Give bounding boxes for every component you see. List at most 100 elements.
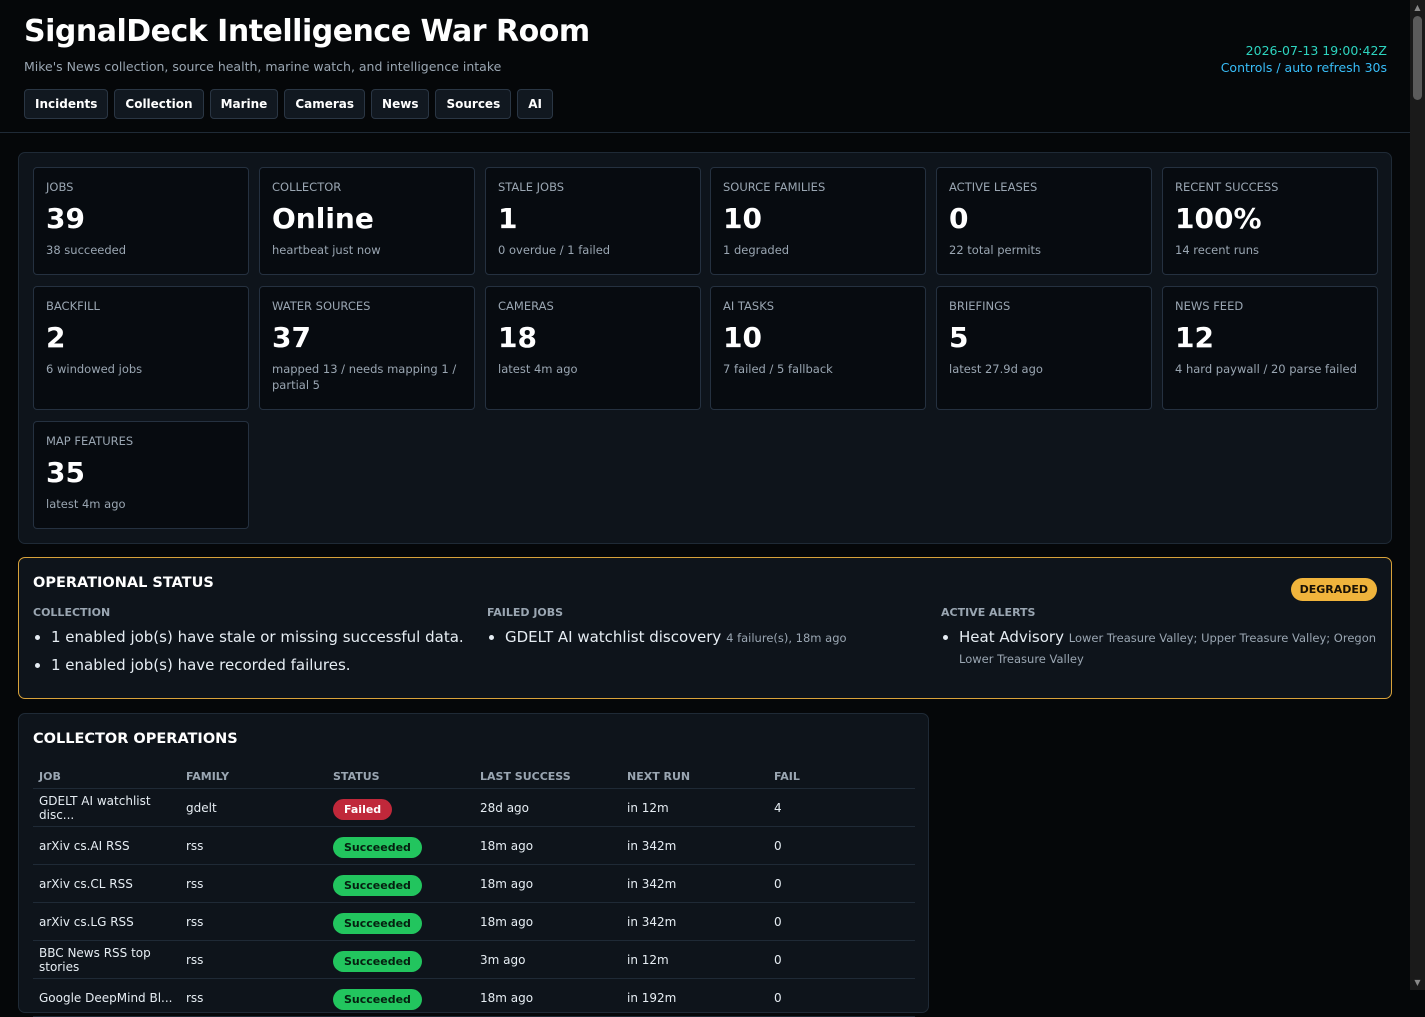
- list-item: 1 enabled job(s) have recorded failures.: [51, 655, 473, 675]
- metric-card-collector: COLLECTOR Online heartbeat just now: [259, 167, 475, 275]
- collection-list: 1 enabled job(s) have stale or missing s…: [33, 627, 473, 675]
- column-header-status[interactable]: STATUS: [327, 764, 474, 789]
- cell-fail: 4: [768, 788, 915, 827]
- cell-status: Succeeded: [327, 864, 474, 903]
- nav-marine-button[interactable]: Marine: [209, 89, 279, 119]
- cell-fail: 0: [768, 902, 915, 941]
- cell-last-success: 18m ago: [474, 902, 621, 941]
- column-header-family[interactable]: FAMILY: [180, 764, 327, 789]
- list-item: 1 enabled job(s) have stale or missing s…: [51, 627, 473, 647]
- operational-status-title: OPERATIONAL STATUS: [33, 575, 214, 591]
- cell-last-success: 18m ago: [474, 864, 621, 903]
- status-pill-failed: Failed: [333, 798, 393, 820]
- metric-sub: 38 succeeded: [46, 243, 127, 257]
- cell-status: Succeeded: [327, 902, 474, 941]
- table-row[interactable]: arXiv cs.CL RSS rss Succeeded 18m ago in…: [33, 864, 915, 903]
- metric-card-map-features: MAP FEATURES 35 latest 4m ago: [33, 421, 249, 529]
- metric-card-jobs: JOBS 39 38 succeeded: [33, 167, 249, 275]
- collection-column: COLLECTION 1 enabled job(s) have stale o…: [33, 606, 473, 683]
- cell-last-success: 18m ago: [474, 978, 621, 1017]
- column-header-job[interactable]: JOB: [33, 764, 180, 789]
- active-alerts-column: ACTIVE ALERTS Heat Advisory Lower Treasu…: [941, 606, 1381, 677]
- metric-value: 35: [46, 456, 85, 489]
- controls-link[interactable]: Controls / auto refresh 30s: [1221, 59, 1387, 76]
- nav-news-button[interactable]: News: [371, 89, 430, 119]
- column-header-next-run[interactable]: NEXT RUN: [621, 764, 768, 789]
- cell-fail: 0: [768, 940, 915, 979]
- metric-sub: heartbeat just now: [272, 243, 381, 257]
- cell-family: rss: [180, 864, 327, 903]
- metric-sub: 1 degraded: [723, 243, 790, 257]
- metric-value: 2: [46, 321, 66, 354]
- metric-label: ACTIVE LEASES: [949, 180, 1038, 194]
- metric-label: JOBS: [46, 180, 74, 194]
- cell-next-run: in 192m: [621, 978, 768, 1017]
- page-scrollbar[interactable]: ▲ ▼: [1410, 0, 1425, 990]
- cell-job: BBC News RSS top stories: [33, 940, 180, 979]
- scrollbar-thumb[interactable]: [1413, 16, 1422, 100]
- metric-label: COLLECTOR: [272, 180, 342, 194]
- nav-sources-button[interactable]: Sources: [435, 89, 512, 119]
- metric-card-source-families: SOURCE FAMILIES 10 1 degraded: [710, 167, 926, 275]
- table-row[interactable]: GDELT AI watchlist disc... gdelt Failed …: [33, 788, 915, 827]
- metric-card-stale-jobs: STALE JOBS 1 0 overdue / 1 failed: [485, 167, 701, 275]
- cell-last-success: 18m ago: [474, 826, 621, 865]
- scroll-up-arrow-icon[interactable]: ▲: [1413, 3, 1422, 12]
- active-alerts-title: ACTIVE ALERTS: [941, 606, 1036, 619]
- failed-jobs-title: FAILED JOBS: [487, 606, 564, 619]
- status-badge: DEGRADED: [1290, 578, 1377, 601]
- cell-status: Succeeded: [327, 826, 474, 865]
- metrics-panel: JOBS 39 38 succeeded COLLECTOR Online he…: [18, 152, 1392, 544]
- list-item: GDELT AI watchlist discovery 4 failure(s…: [505, 627, 927, 648]
- nav-incidents-button[interactable]: Incidents: [24, 89, 109, 119]
- list-item: Heat Advisory Lower Treasure Valley; Upp…: [959, 627, 1381, 669]
- collection-title: COLLECTION: [33, 606, 111, 619]
- nav-ai-button[interactable]: AI: [517, 89, 553, 119]
- nav-collection-button[interactable]: Collection: [114, 89, 204, 119]
- collector-table: JOB FAMILY STATUS LAST SUCCESS NEXT RUN …: [33, 764, 915, 1017]
- metric-value: 10: [723, 202, 762, 235]
- cell-status: Succeeded: [327, 940, 474, 979]
- metric-card-cameras: CAMERAS 18 latest 4m ago: [485, 286, 701, 410]
- column-header-fail[interactable]: FAIL: [768, 764, 915, 789]
- table-row[interactable]: BBC News RSS top stories rss Succeeded 3…: [33, 940, 915, 979]
- metric-value: 1: [498, 202, 518, 235]
- metric-label: BRIEFINGS: [949, 299, 1011, 313]
- metric-label: CAMERAS: [498, 299, 554, 313]
- metric-value: 39: [46, 202, 85, 235]
- table-row[interactable]: Google DeepMind Bl... rss Succeeded 18m …: [33, 978, 915, 1017]
- metric-value: 37: [272, 321, 311, 354]
- column-header-last-success[interactable]: LAST SUCCESS: [474, 764, 621, 789]
- failed-jobs-column: FAILED JOBS GDELT AI watchlist discovery…: [487, 606, 927, 656]
- cell-fail: 0: [768, 826, 915, 865]
- cell-job: GDELT AI watchlist disc...: [33, 788, 180, 827]
- cell-job: arXiv cs.AI RSS: [33, 826, 180, 865]
- scroll-down-arrow-icon[interactable]: ▼: [1413, 978, 1422, 987]
- failed-job-name[interactable]: GDELT AI watchlist discovery: [505, 628, 721, 646]
- metric-value: 0: [949, 202, 969, 235]
- cell-last-success: 28d ago: [474, 788, 621, 827]
- status-pill-succeeded: Succeeded: [333, 874, 422, 896]
- metric-sub: latest 27.9d ago: [949, 362, 1043, 376]
- metric-sub: latest 4m ago: [498, 362, 578, 376]
- cell-job: arXiv cs.CL RSS: [33, 864, 180, 903]
- metric-label: RECENT SUCCESS: [1175, 180, 1279, 194]
- cell-family: rss: [180, 902, 327, 941]
- alert-name[interactable]: Heat Advisory: [959, 628, 1064, 646]
- cell-next-run: in 342m: [621, 826, 768, 865]
- table-row[interactable]: arXiv cs.AI RSS rss Succeeded 18m ago in…: [33, 826, 915, 865]
- metric-sub: 22 total permits: [949, 243, 1042, 257]
- metric-value: 100%: [1175, 202, 1262, 235]
- metric-sub: 0 overdue / 1 failed: [498, 243, 611, 257]
- metric-card-recent-success: RECENT SUCCESS 100% 14 recent runs: [1162, 167, 1378, 275]
- nav-cameras-button[interactable]: Cameras: [284, 89, 366, 119]
- header: SignalDeck Intelligence War Room Mike's …: [0, 0, 1425, 133]
- metric-sub: 7 failed / 5 fallback: [723, 362, 833, 376]
- table-row[interactable]: arXiv cs.LG RSS rss Succeeded 18m ago in…: [33, 902, 915, 941]
- cell-job: arXiv cs.LG RSS: [33, 902, 180, 941]
- cell-family: rss: [180, 940, 327, 979]
- metric-sub: mapped 13 / needs mapping 1 / partial 5: [272, 362, 457, 392]
- collector-operations-title: COLLECTOR OPERATIONS: [33, 731, 238, 747]
- cell-fail: 0: [768, 978, 915, 1017]
- cell-next-run: in 342m: [621, 864, 768, 903]
